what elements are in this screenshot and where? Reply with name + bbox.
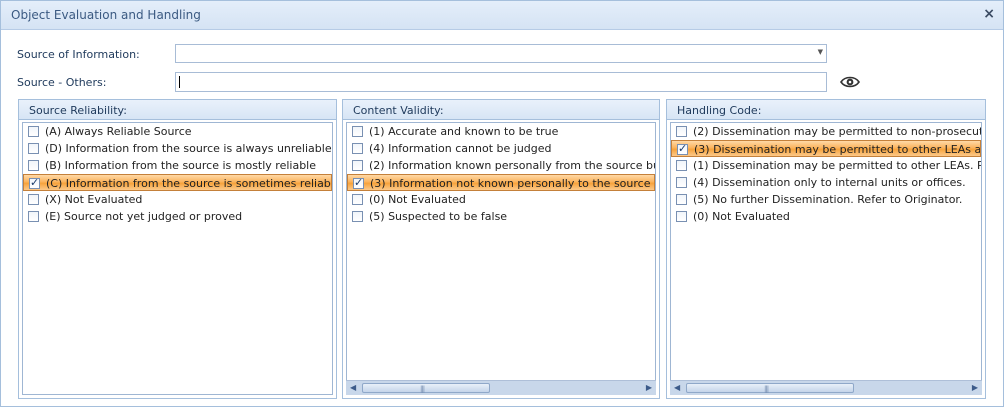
list-item[interactable]: (2) Information known personally from th… [347,157,655,174]
content-validity-panel: Content Validity: (1) Accurate and known… [342,99,660,399]
list-item[interactable]: (1) Accurate and known to be true [347,123,655,140]
list-item[interactable]: (3) Information not known personally to … [347,174,655,191]
checkbox-icon[interactable] [352,194,363,205]
checkbox-icon[interactable] [676,126,687,137]
list-item[interactable]: (A) Always Reliable Source [23,123,332,140]
handling-code-title: Handling Code: [677,104,762,117]
scroll-left-icon[interactable]: ◀ [350,383,356,392]
checkbox-icon[interactable] [28,194,39,205]
checkbox-icon[interactable] [677,142,688,155]
list-item[interactable]: (D) Information from the source is alway… [23,140,332,157]
list-item-label: (E) Source not yet judged or proved [45,210,243,223]
checkbox-icon[interactable] [352,211,363,222]
list-item[interactable]: (4) Information cannot be judged [347,140,655,157]
scroll-left-icon[interactable]: ◀ [674,383,680,392]
source-of-information-combo[interactable]: ▼ [175,44,827,63]
list-item[interactable]: (C) Information from the source is somet… [23,174,332,191]
list-item-label: (3) Information not known personally to … [370,177,654,190]
checkbox-icon[interactable] [676,194,687,205]
list-item-label: (0) Not Evaluated [369,193,466,206]
list-item[interactable]: (1) Dissemination may be permitted to ot… [671,157,981,174]
list-item-label: (3) Dissemination may be permitted to ot… [694,143,981,156]
list-item-label: (A) Always Reliable Source [45,125,192,138]
checkbox-icon[interactable] [676,177,687,188]
scroll-right-icon[interactable]: ▶ [646,383,652,392]
scroll-right-icon[interactable]: ▶ [972,383,978,392]
dialog-window: Object Evaluation and Handling × Source … [0,0,1004,407]
list-item[interactable]: (5) Suspected to be false [347,208,655,225]
list-item-label: (B) Information from the source is mostl… [45,159,317,172]
list-item-label: (2) Dissemination may be permitted to no… [693,125,981,138]
list-item-label: (1) Dissemination may be permitted to ot… [693,159,981,172]
list-item[interactable]: (0) Not Evaluated [671,208,981,225]
handling-code-header: Handling Code: [667,100,985,120]
content-validity-header: Content Validity: [343,100,659,120]
content-validity-hscrollbar[interactable]: ◀ ||| ▶ [346,380,656,395]
window-title: Object Evaluation and Handling [11,8,201,22]
handling-code-list: (2) Dissemination may be permitted to no… [670,122,982,395]
source-others-label: Source - Others: [17,76,107,89]
list-item[interactable]: (3) Dissemination may be permitted to ot… [671,140,981,157]
checkbox-icon[interactable] [353,176,364,189]
scroll-thumb[interactable]: ||| [686,383,854,393]
eye-icon[interactable] [840,74,860,90]
checkbox-icon[interactable] [676,160,687,171]
list-item-label: (X) Not Evaluated [45,193,143,206]
list-item-label: (5) Suspected to be false [369,210,508,223]
title-bar: Object Evaluation and Handling × [1,1,1003,30]
list-item-label: (D) Information from the source is alway… [45,142,332,155]
list-item[interactable]: (0) Not Evaluated [347,191,655,208]
checkbox-icon[interactable] [352,160,363,171]
checkbox-icon[interactable] [28,211,39,222]
source-reliability-list: (A) Always Reliable Source (D) Informatio… [22,122,333,395]
source-reliability-header: Source Reliability: [19,100,336,120]
handling-code-hscrollbar[interactable]: ◀ ||| ▶ [670,380,982,395]
list-item-label: (5) No further Dissemination. Refer to O… [693,193,963,206]
list-item-label: (0) Not Evaluated [693,210,790,223]
grip-icon: ||| [420,385,425,393]
checkbox-icon[interactable] [352,126,363,137]
content-validity-list: (1) Accurate and known to be true (4) Inf… [346,122,656,395]
checkbox-icon[interactable] [29,176,40,189]
list-item[interactable]: (5) No further Dissemination. Refer to O… [671,191,981,208]
scroll-thumb[interactable]: ||| [362,383,490,393]
text-caret [179,76,180,88]
checkbox-icon[interactable] [28,143,39,154]
source-others-input[interactable] [175,72,827,92]
list-item-label: (2) Information known personally from th… [369,159,655,172]
source-of-information-label: Source of Information: [17,48,140,61]
checkbox-icon[interactable] [352,143,363,154]
source-reliability-panel: Source Reliability: (A) Always Reliable … [18,99,337,399]
close-icon[interactable]: × [983,6,995,22]
list-item[interactable]: (B) Information from the source is mostl… [23,157,332,174]
list-item-label: (1) Accurate and known to be true [369,125,559,138]
dropdown-arrow-icon[interactable]: ▼ [818,48,823,56]
list-item-label: (C) Information from the source is somet… [46,177,332,190]
content-validity-title: Content Validity: [353,104,444,117]
list-item-label: (4) Information cannot be judged [369,142,552,155]
list-item[interactable]: (2) Dissemination may be permitted to no… [671,123,981,140]
list-item-label: (4) Dissemination only to internal units… [693,176,966,189]
source-reliability-title: Source Reliability: [29,104,127,117]
checkbox-icon[interactable] [676,211,687,222]
list-item[interactable]: (4) Dissemination only to internal units… [671,174,981,191]
checkbox-icon[interactable] [28,160,39,171]
grip-icon: ||| [764,385,769,393]
list-item[interactable]: (E) Source not yet judged or proved [23,208,332,225]
list-item[interactable]: (X) Not Evaluated [23,191,332,208]
checkbox-icon[interactable] [28,126,39,137]
handling-code-panel: Handling Code: (2) Dissemination may be … [666,99,986,399]
